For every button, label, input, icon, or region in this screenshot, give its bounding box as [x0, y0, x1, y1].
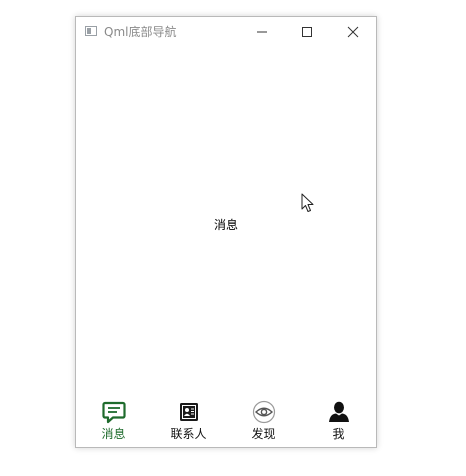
app-window: Qml底部导航 消息 消息 联系人 发现 我	[75, 16, 377, 448]
nav-item-label: 发现	[251, 427, 276, 441]
title-bar[interactable]: Qml底部导航	[76, 17, 376, 47]
mouse-cursor-icon	[301, 193, 314, 212]
eye-icon	[251, 400, 277, 424]
minimize-button[interactable]	[239, 17, 285, 47]
minimize-icon	[257, 31, 267, 33]
nav-item-discover[interactable]: 发现	[226, 397, 301, 447]
nav-item-label: 联系人	[170, 427, 207, 441]
nav-item-label: 消息	[101, 427, 126, 441]
window-title: Qml底部导航	[104, 25, 177, 39]
maximize-icon	[302, 27, 312, 37]
bottom-navigation: 消息 联系人 发现 我	[76, 397, 376, 447]
close-button[interactable]	[330, 17, 376, 47]
close-icon	[347, 26, 359, 38]
user-icon	[326, 400, 352, 424]
nav-item-messages[interactable]: 消息	[76, 397, 151, 447]
maximize-button[interactable]	[284, 17, 330, 47]
nav-item-contacts[interactable]: 联系人	[151, 397, 226, 447]
message-icon	[101, 400, 127, 424]
page-content-label: 消息	[213, 218, 238, 232]
nav-item-me[interactable]: 我	[301, 397, 376, 447]
contacts-icon	[176, 400, 202, 424]
nav-item-label: 我	[332, 427, 345, 441]
app-icon	[85, 26, 97, 36]
